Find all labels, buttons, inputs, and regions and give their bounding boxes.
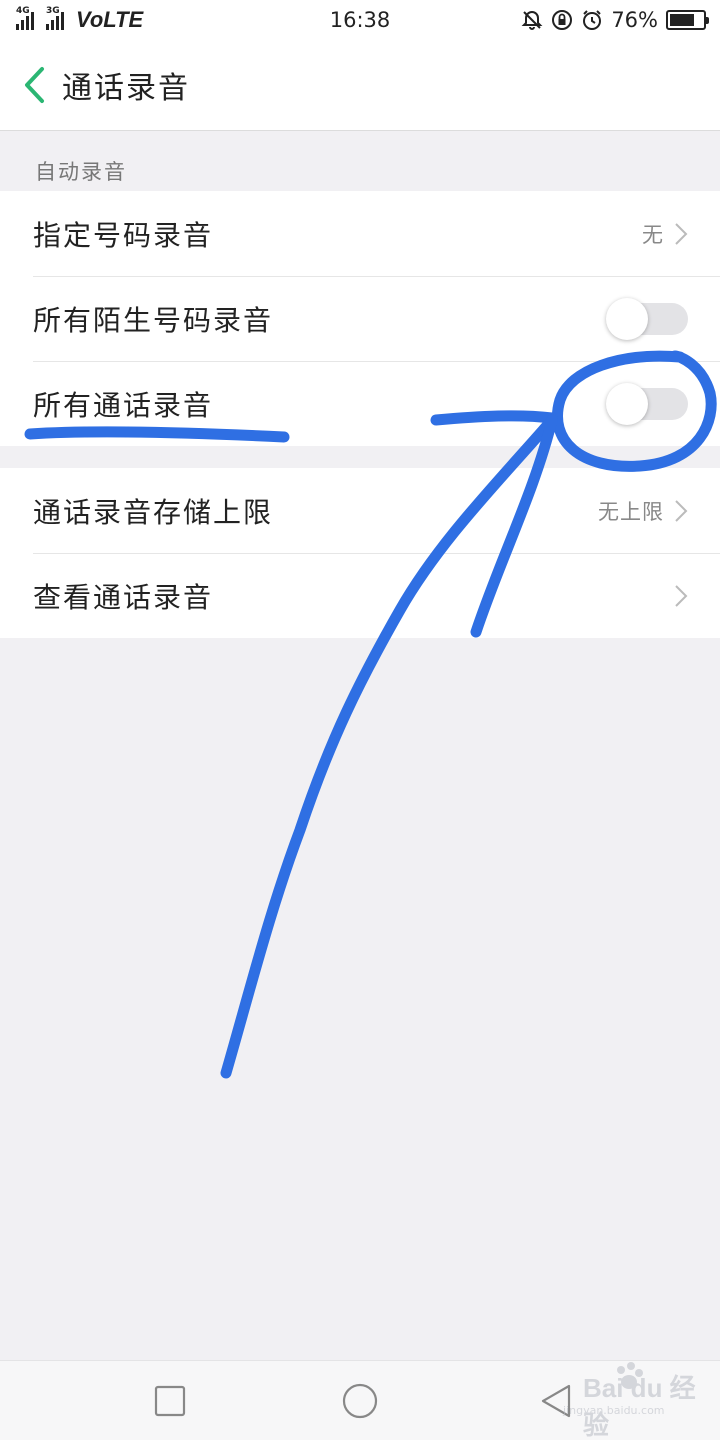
baidu-watermark: Bai du 经验 jingyan.baidu.com (553, 1362, 713, 1440)
status-right: 76% (521, 8, 709, 32)
chevron-right-icon (674, 222, 688, 246)
signal-icon: 4G (16, 6, 34, 30)
row-value: 无 (642, 222, 664, 247)
row-label: 所有通话录音 (33, 388, 214, 422)
auto-record-group: 指定号码录音 无 所有陌生号码录音 所有通话录音 (0, 191, 720, 446)
row-view-recordings[interactable]: 查看通话录音 (0, 553, 720, 638)
toggle-knob (606, 382, 648, 425)
chevron-right-icon (674, 584, 688, 608)
back-button[interactable] (6, 40, 62, 131)
alarm-icon (581, 9, 603, 31)
lock-rotation-icon (551, 9, 573, 31)
section-label-auto-record: 自动录音 (35, 160, 127, 184)
chevron-right-icon (674, 499, 688, 523)
network-type-2: 3G (46, 6, 60, 16)
signal-icon-2: 3G (46, 6, 64, 30)
recent-apps-button[interactable] (150, 1381, 190, 1421)
home-button[interactable] (340, 1381, 380, 1421)
row-storage-limit[interactable]: 通话录音存储上限 无上限 (0, 468, 720, 553)
row-unknown-numbers: 所有陌生号码录音 (0, 276, 720, 361)
status-bar: 4G 3G VoLTE 16:38 76% (0, 0, 720, 40)
all-calls-toggle[interactable] (606, 382, 688, 425)
row-label: 查看通话录音 (33, 580, 214, 614)
network-type-1: 4G (16, 6, 30, 16)
unknown-numbers-toggle[interactable] (606, 297, 688, 340)
row-label: 指定号码录音 (33, 218, 214, 252)
recent-apps-icon (154, 1385, 186, 1417)
row-all-calls: 所有通话录音 (0, 361, 720, 446)
battery-percent: 76% (611, 8, 658, 32)
chevron-left-icon (25, 67, 44, 103)
battery-level (670, 14, 695, 26)
toggle-knob (606, 297, 648, 340)
watermark-url: jingyan.baidu.com (563, 1404, 665, 1417)
volte-indicator: VoLTE (76, 7, 144, 32)
app-header: 通话录音 (0, 40, 720, 131)
bell-off-icon (521, 9, 543, 31)
page-title: 通话录音 (62, 71, 190, 106)
row-label: 通话录音存储上限 (33, 495, 274, 529)
row-label: 所有陌生号码录音 (33, 303, 274, 337)
status-left: 4G 3G VoLTE (16, 6, 144, 33)
row-specified-number[interactable]: 指定号码录音 无 (0, 191, 720, 276)
row-value: 无上限 (598, 499, 664, 524)
other-settings-group: 通话录音存储上限 无上限 查看通话录音 (0, 468, 720, 638)
battery-icon (666, 10, 709, 30)
home-icon (342, 1383, 378, 1419)
